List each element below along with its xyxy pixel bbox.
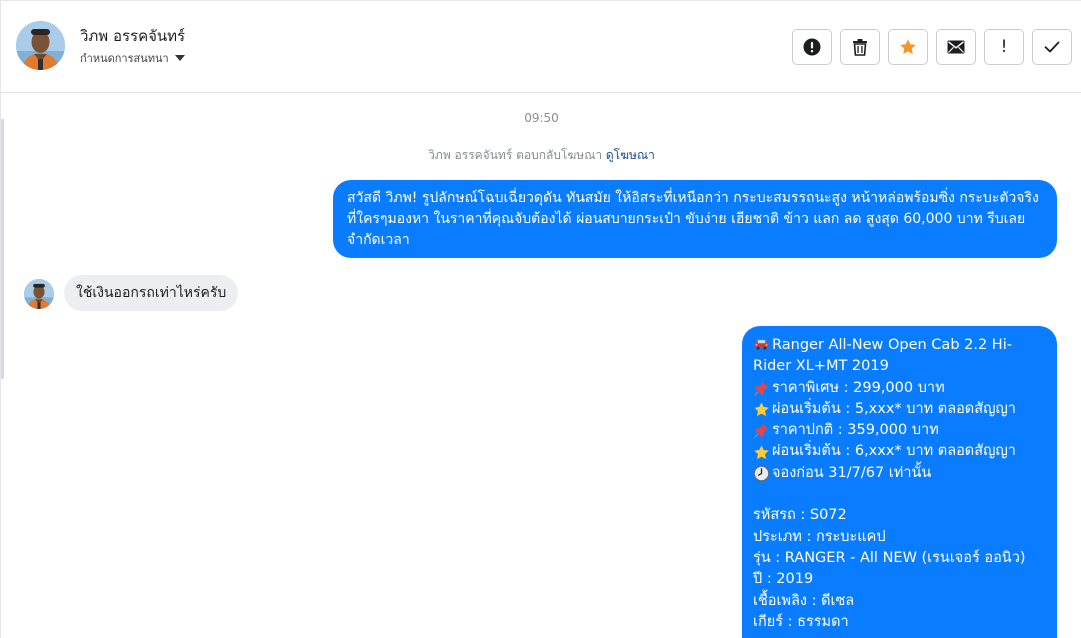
- check-icon: [1044, 41, 1060, 53]
- pushpin-icon: [754, 424, 769, 439]
- message-text: ใช้เงินออกรถเท่าไหร่ครับ: [76, 285, 227, 301]
- message-line: เกียร์ : ธรรมดา: [753, 612, 1046, 633]
- message-line-text: จองก่อน 31/7/67 เท่านั้น: [772, 464, 932, 481]
- contact-photo-icon: [24, 279, 54, 309]
- star-icon: [754, 444, 769, 459]
- message-line: ผ่อนเริ่มต้น : 6,xxx* บาท ตลอดสัญญา: [753, 441, 1046, 462]
- message-line-text: เชื้อเพลิง : ดีเซล: [753, 592, 855, 609]
- conversation-label-dropdown[interactable]: กำหนดการสนทนา: [80, 49, 185, 67]
- message-line: รุ่น : RANGER - All NEW (เรนเจอร์ ออนิว): [753, 548, 1046, 569]
- outgoing-message[interactable]: Ranger All-New Open Cab 2.2 Hi-Rider XL+…: [742, 326, 1057, 638]
- message-line-text: ราคาปกติ : 359,000 บาท: [772, 422, 939, 439]
- message-line-text: รหัสรถ : S072: [753, 507, 847, 524]
- avatar[interactable]: [16, 21, 65, 70]
- chevron-down-icon: [174, 55, 185, 61]
- mark-unread-button[interactable]: [936, 29, 976, 65]
- outgoing-message[interactable]: สวัสดี วิภพ! รูปลักษณ์โฉบเฉี่ยวดุดัน ทัน…: [333, 180, 1057, 258]
- message-line: ปี : 2019: [753, 569, 1046, 590]
- message-line: เชื้อเพลิง : ดีเซล: [753, 591, 1046, 612]
- message-line: Ranger All-New Open Cab 2.2 Hi-Rider XL+…: [753, 335, 1046, 378]
- message-line-text: ผ่อนเริ่มต้น : 5,xxx* บาท ตลอดสัญญา: [772, 400, 1016, 417]
- incoming-message[interactable]: ใช้เงินออกรถเท่าไหร่ครับ: [64, 275, 239, 311]
- message-line-text: ราคาพิเศษ : 299,000 บาท: [772, 379, 945, 396]
- inbox-conversation-window: วิภพ อรรคจันทร์ กำหนดการสนทนา ! 09:50 วิ…: [0, 0, 1081, 638]
- message-line: ราคาพิเศษ : 299,000 บาท: [753, 378, 1046, 399]
- message-thread: 09:50 วิภพ อรรคจันทร์ ตอบกลับโฆษณา ดูโฆษ…: [1, 94, 1081, 638]
- message-line: จองก่อน 31/7/67 เท่านั้น: [753, 463, 1046, 484]
- star-button[interactable]: [888, 29, 928, 65]
- message-line-text: รุ่น : RANGER - All NEW (เรนเจอร์ ออนิว): [753, 549, 1026, 566]
- conversation-toolbar: !: [792, 29, 1072, 65]
- message-line-text: Ranger All-New Open Cab 2.2 Hi-Rider XL+…: [753, 337, 1012, 375]
- important-button[interactable]: !: [984, 29, 1024, 65]
- ad-reply-notice: วิภพ อรรคจันทร์ ตอบกลับโฆษณา ดูโฆษณา: [1, 146, 1081, 165]
- message-line: ผ่อนเริ่มต้น : 5,xxx* บาท ตลอดสัญญา: [753, 399, 1046, 420]
- message-line: ราคาปกติ : 359,000 บาท: [753, 420, 1046, 441]
- car-icon: [754, 339, 769, 350]
- message-line-text: ปี : 2019: [753, 571, 814, 588]
- delete-button[interactable]: [840, 29, 880, 65]
- ad-reply-text: วิภพ อรรคจันทร์ ตอบกลับโฆษณา: [428, 148, 603, 162]
- exclamation-icon: !: [1000, 36, 1008, 57]
- done-button[interactable]: [1032, 29, 1072, 65]
- message-line: รหัสรถ : S072: [753, 505, 1046, 526]
- view-ad-link[interactable]: ดูโฆษณา: [606, 148, 655, 162]
- avatar: [24, 279, 54, 309]
- message-timestamp: 09:50: [524, 111, 559, 125]
- conversation-label-text: กำหนดการสนทนา: [80, 52, 169, 65]
- envelope-icon: [947, 40, 965, 54]
- trash-icon: [853, 39, 867, 56]
- alert-circle-icon: [803, 38, 821, 56]
- conversation-header: วิภพ อรรคจันทร์ กำหนดการสนทนา !: [1, 1, 1081, 93]
- message-line-text: เกียร์ : ธรรมดา: [753, 613, 849, 630]
- message-text: สวัสดี วิภพ! รูปลักษณ์โฉบเฉี่ยวดุดัน ทัน…: [347, 190, 1039, 248]
- message-line-text: ประเภท : กระบะแคป: [753, 528, 886, 545]
- message-line-text: ผ่อนเริ่มต้น : 6,xxx* บาท ตลอดสัญญา: [772, 443, 1016, 460]
- star-icon: [900, 39, 916, 54]
- pushpin-icon: [754, 381, 769, 396]
- report-button[interactable]: [792, 29, 832, 65]
- message-line: ประเภท : กระบะแคป: [753, 527, 1046, 548]
- star-icon: [754, 402, 769, 417]
- contact-name[interactable]: วิภพ อรรคจันทร์: [80, 24, 185, 48]
- clock-icon: [753, 465, 770, 482]
- contact-photo-icon: [16, 21, 65, 70]
